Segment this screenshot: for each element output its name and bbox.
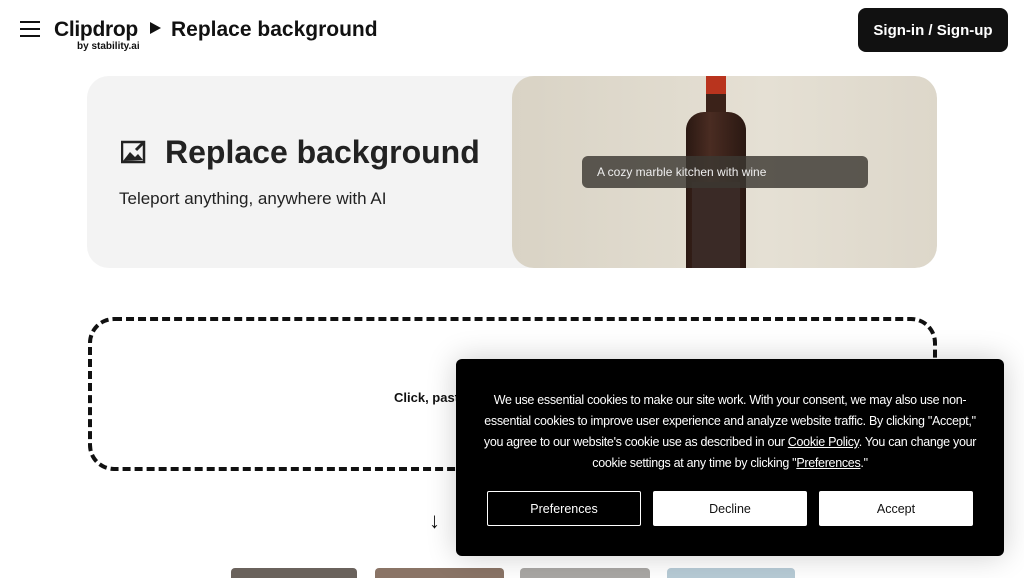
cookie-policy-link[interactable]: Cookie Policy <box>788 435 859 449</box>
hero-title: Replace background <box>165 134 480 170</box>
preferences-link[interactable]: Preferences <box>796 456 860 470</box>
menu-icon[interactable] <box>20 21 40 37</box>
dropzone-text: Click, past <box>394 390 460 405</box>
logo-subtitle: by stability.ai <box>77 41 140 52</box>
logo[interactable]: Clipdrop <box>54 18 138 42</box>
example-thumbnail[interactable] <box>231 568 357 578</box>
prompt-example: A cozy marble kitchen with wine <box>582 156 868 188</box>
example-thumbnail[interactable] <box>667 568 795 578</box>
breadcrumb: Replace background <box>171 18 378 41</box>
header: Clipdrop by stability.ai Replace backgro… <box>0 0 1024 62</box>
example-thumbnail[interactable] <box>375 568 504 578</box>
preferences-button[interactable]: Preferences <box>487 491 641 526</box>
decline-button[interactable]: Decline <box>653 491 807 526</box>
cookie-banner: We use essential cookies to make our sit… <box>456 359 1004 556</box>
replace-background-icon <box>121 140 146 164</box>
hero-card: Replace background Teleport anything, an… <box>87 76 937 268</box>
example-thumbnail[interactable] <box>520 568 650 578</box>
accept-button[interactable]: Accept <box>819 491 973 526</box>
breadcrumb-arrow-icon <box>150 22 161 34</box>
arrow-down-icon: ↓ <box>429 508 440 533</box>
hero-subtitle: Teleport anything, anywhere with AI <box>119 189 387 208</box>
hero-image: A cozy marble kitchen with wine <box>512 76 937 268</box>
cookie-text: We use essential cookies to make our sit… <box>476 390 984 474</box>
cookie-text-part: ." <box>860 456 868 470</box>
sign-in-button[interactable]: Sign-in / Sign-up <box>858 8 1008 52</box>
